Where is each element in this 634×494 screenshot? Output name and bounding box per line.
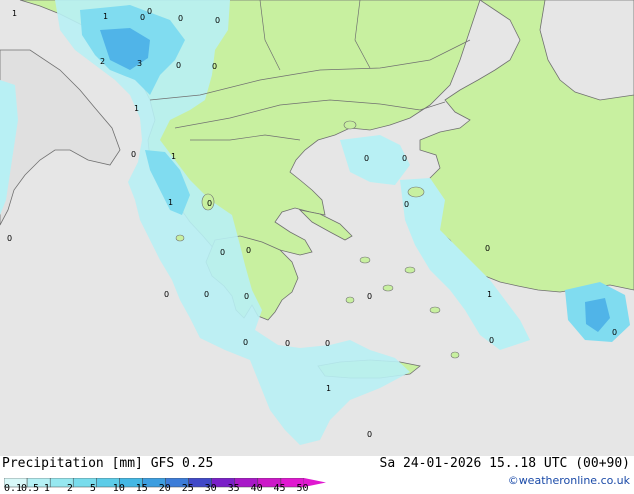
legend-tick: 5 bbox=[89, 483, 96, 494]
forecast-datetime: Sa 24-01-2026 15..18 UTC (00+90) bbox=[379, 456, 630, 471]
map-label: 0 bbox=[404, 200, 409, 209]
map-label: 0 bbox=[220, 248, 225, 257]
map-label: 1 bbox=[171, 152, 176, 161]
map-label: 0 bbox=[367, 430, 372, 439]
map-label: 0 bbox=[204, 290, 209, 299]
map-label: 0 bbox=[207, 199, 212, 208]
map-label: 0 bbox=[176, 61, 181, 70]
map-label: 0 bbox=[285, 339, 290, 348]
legend-tick: 35 bbox=[227, 483, 240, 494]
map-label: 0 bbox=[140, 13, 145, 22]
map-label: 0 bbox=[244, 292, 249, 301]
credit-link[interactable]: ©weatheronline.co.uk bbox=[508, 474, 630, 487]
map-label: 0 bbox=[489, 336, 494, 345]
map-label: 0 bbox=[367, 292, 372, 301]
map-label: 0 bbox=[246, 246, 251, 255]
map-label: 2 bbox=[100, 57, 105, 66]
legend-tick: 0.1 bbox=[4, 483, 23, 494]
map-label: 1 bbox=[134, 104, 139, 113]
map-label: 0 bbox=[243, 338, 248, 347]
map-title: Precipitation [mm] GFS 0.25 bbox=[2, 456, 213, 471]
map-label: 0 bbox=[131, 150, 136, 159]
legend-tick: 45 bbox=[273, 483, 286, 494]
map-label: 1 bbox=[103, 12, 108, 21]
legend-tick: 20 bbox=[158, 483, 171, 494]
map-label: 0 bbox=[212, 62, 217, 71]
map-footer: Precipitation [mm] GFS 0.25 Sa 24-01-202… bbox=[0, 456, 634, 494]
map-label: 0 bbox=[402, 154, 407, 163]
map-label: 0 bbox=[325, 339, 330, 348]
precipitation-map: 1 1 0 0 2 3 0 0 1 0 1 1 0 0 0 0 0 0 0 0 … bbox=[0, 0, 634, 490]
map-label: 0 bbox=[147, 7, 152, 16]
legend-tick: 2 bbox=[66, 483, 73, 494]
map-label: 0 bbox=[364, 154, 369, 163]
legend-tick: 15 bbox=[135, 483, 148, 494]
map-label: 0 bbox=[7, 234, 12, 243]
legend-tick: 50 bbox=[296, 483, 309, 494]
model-name: GFS 0.25 bbox=[150, 456, 214, 471]
legend-tick: 0.5 bbox=[20, 483, 40, 494]
map-label: 1 bbox=[168, 198, 173, 207]
map-label: 0 bbox=[178, 14, 183, 23]
color-legend: 0.1 0.5 1 2 5 10 15 20 25 30 35 40 45 50 bbox=[3, 473, 330, 494]
legend-tick: 10 bbox=[112, 483, 125, 494]
map-label: 0 bbox=[215, 16, 220, 25]
map-label: 0 bbox=[485, 244, 490, 253]
legend-tick: 1 bbox=[43, 483, 50, 494]
map-label: 1 bbox=[326, 384, 331, 393]
legend-tick: 40 bbox=[250, 483, 263, 494]
map-label: 1 bbox=[12, 9, 17, 18]
map-label: 1 bbox=[487, 290, 492, 299]
legend-tick: 25 bbox=[181, 483, 194, 494]
map-label: 0 bbox=[612, 328, 617, 337]
precipitation-title: Precipitation [mm] bbox=[2, 456, 143, 471]
map-label: 0 bbox=[164, 290, 169, 299]
map-label: 3 bbox=[137, 59, 142, 68]
legend-tick: 30 bbox=[204, 483, 217, 494]
